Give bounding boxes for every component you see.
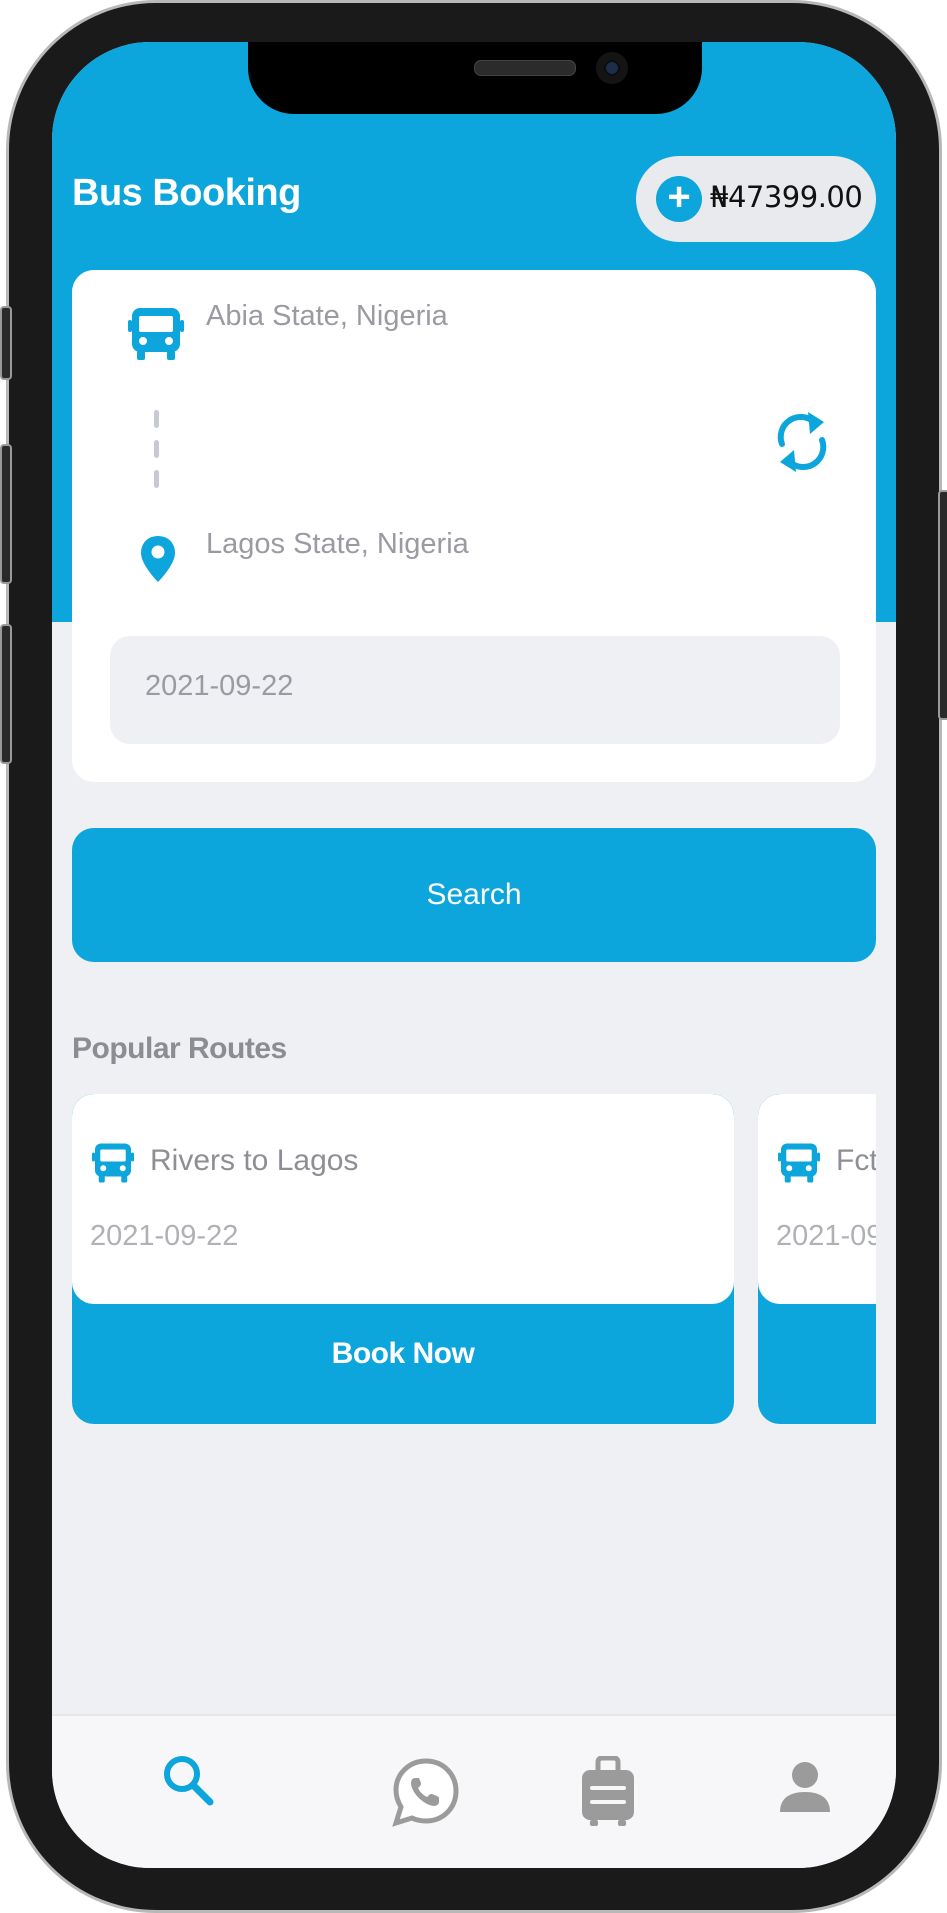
phone-volume-down-button — [0, 624, 12, 764]
bus-icon — [128, 308, 184, 360]
phone-side-button — [0, 306, 12, 380]
book-now-button[interactable] — [758, 1304, 876, 1424]
to-location-field[interactable]: Lagos State, Nigeria — [206, 528, 469, 561]
travel-date-value: 2021-09-22 — [145, 670, 294, 702]
search-icon[interactable] — [160, 1752, 216, 1808]
app-screen: Bus Booking + ₦47399.00 Abia State, Nige… — [52, 42, 896, 1868]
location-pin-icon — [141, 536, 175, 582]
route-connector — [154, 410, 159, 488]
page-title: Bus Booking — [72, 172, 301, 214]
route-name: Rivers to Lagos — [150, 1144, 359, 1177]
route-card-info: Fct 2021-09 — [758, 1094, 876, 1304]
book-now-button[interactable]: Book Now — [72, 1304, 734, 1424]
add-funds-icon[interactable]: + — [656, 176, 702, 222]
speaker-grille — [474, 60, 576, 76]
wallet-balance-button[interactable]: + ₦47399.00 — [636, 156, 876, 242]
swap-locations-icon[interactable] — [774, 410, 830, 474]
wallet-balance-amount: ₦47399.00 — [710, 180, 863, 214]
travel-date-field[interactable]: 2021-09-22 — [110, 636, 840, 744]
route-card-info: Rivers to Lagos 2021-09-22 — [72, 1094, 734, 1304]
camera-notch — [248, 42, 702, 114]
bus-icon — [92, 1143, 134, 1183]
route-card[interactable]: Rivers to Lagos 2021-09-22 Book Now — [72, 1094, 734, 1424]
route-date: 2021-09-22 — [90, 1220, 239, 1252]
phone-power-button — [938, 490, 947, 720]
bus-icon — [778, 1143, 820, 1183]
route-name: Fct — [836, 1144, 876, 1177]
route-card[interactable]: Fct 2021-09 — [758, 1094, 876, 1424]
luggage-icon[interactable] — [580, 1756, 636, 1828]
search-button[interactable]: Search — [72, 828, 876, 962]
phone-volume-up-button — [0, 444, 12, 584]
front-camera — [596, 52, 628, 84]
popular-routes-title: Popular Routes — [72, 1032, 287, 1065]
user-icon[interactable] — [778, 1760, 832, 1814]
whatsapp-icon[interactable] — [390, 1756, 462, 1828]
search-card: Abia State, Nigeria Lagos State, Nigeria… — [72, 270, 876, 782]
from-location-field[interactable]: Abia State, Nigeria — [206, 300, 448, 333]
bottom-navigation — [52, 1714, 896, 1868]
route-date: 2021-09 — [776, 1220, 876, 1252]
